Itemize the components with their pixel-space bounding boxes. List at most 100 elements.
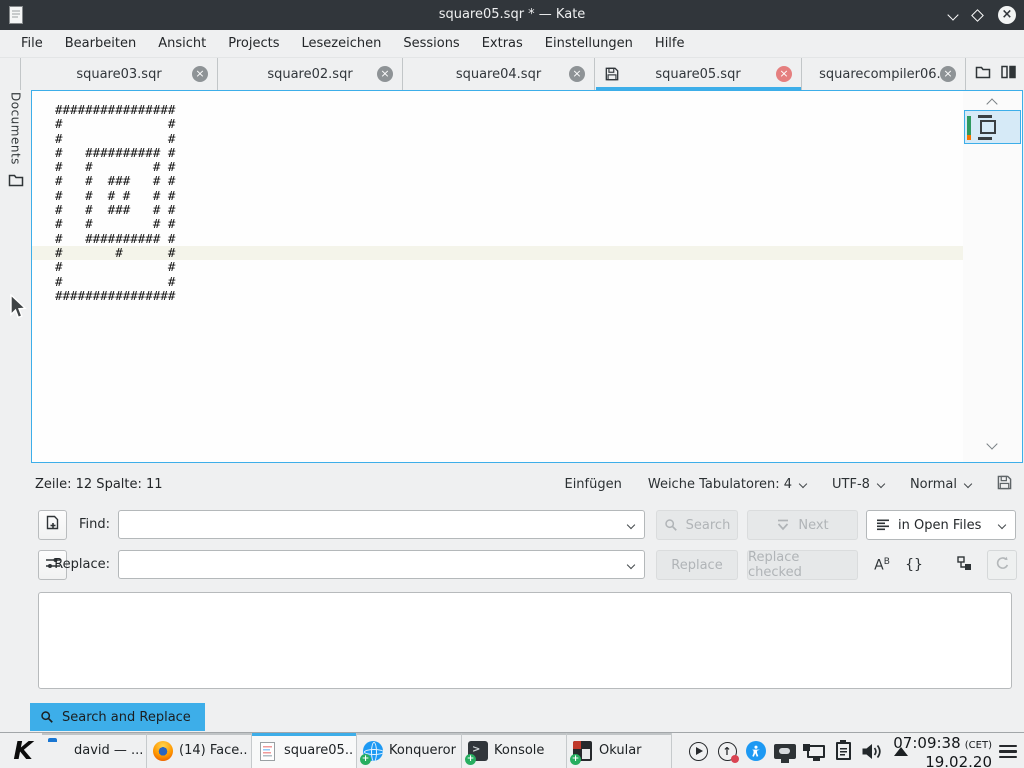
task-label: square05....	[284, 733, 353, 768]
syntax-mode-dropdown[interactable]: Normal	[910, 477, 971, 492]
clock-date: 19.02.20	[893, 754, 992, 768]
text-editor[interactable]: ################# ## ## ########## ## # …	[32, 91, 963, 462]
media-player-icon[interactable]	[686, 738, 710, 764]
menu-extras[interactable]: Extras	[471, 32, 534, 55]
regex-toggle[interactable]: {}	[900, 550, 928, 580]
close-icon[interactable]: ×	[998, 6, 1016, 24]
panel-menu-icon[interactable]	[999, 745, 1017, 761]
plus-badge-icon: +	[465, 754, 476, 765]
replace-input[interactable]	[125, 552, 618, 577]
folder-icon	[48, 741, 69, 762]
new-document-icon[interactable]	[975, 65, 991, 83]
find-combobox[interactable]	[118, 510, 645, 539]
tab-squarecompiler06[interactable]: squarecompiler06.c ×	[801, 58, 965, 90]
replace-combobox[interactable]	[118, 550, 645, 579]
tab-close-icon[interactable]: ×	[776, 66, 792, 82]
tab-close-icon[interactable]: ×	[192, 66, 208, 82]
tool-tab-label: Search and Replace	[62, 710, 191, 725]
taskbar: K david — ... (14) Face... square05.... …	[0, 732, 1024, 768]
document-icon	[258, 741, 279, 762]
task-label: (14) Face...	[179, 733, 248, 768]
tree-icon	[957, 556, 973, 575]
task-okular[interactable]: + Okular	[567, 733, 672, 768]
volume-icon[interactable]	[860, 738, 884, 764]
tab-mode-label: Weiche Tabulatoren: 4	[648, 477, 792, 492]
minimize-icon[interactable]	[947, 9, 958, 20]
search-scope-dropdown[interactable]: in Open Files	[866, 510, 1016, 540]
update-notifier-icon[interactable]: ↑	[715, 738, 739, 764]
code-line: # # # # # #	[32, 189, 963, 203]
sidebar-item-documents[interactable]: Documents	[0, 92, 31, 191]
kde-launcher-icon[interactable]: K	[8, 736, 38, 766]
code-line: # # # #	[32, 160, 963, 174]
tool-tab-search-and-replace[interactable]: Search and Replace	[30, 703, 205, 731]
cursor-position[interactable]: Zeile: 12 Spalte: 11	[35, 477, 163, 492]
split-view-icon[interactable]	[1001, 65, 1016, 83]
chevron-down-icon[interactable]	[627, 561, 635, 569]
menu-bearbeiten[interactable]: Bearbeiten	[54, 32, 147, 55]
chevron-down-icon[interactable]	[627, 521, 635, 529]
task-konsole[interactable]: > + Konsole	[462, 733, 567, 768]
refresh-icon	[995, 556, 1010, 575]
tab-close-icon[interactable]: ×	[377, 66, 393, 82]
digital-clock[interactable]: 07:09:38 (CET) 19.02.20	[893, 735, 992, 768]
maximize-icon[interactable]	[971, 9, 984, 22]
replace-checked-button[interactable]: Replace checked	[747, 550, 858, 580]
screen-share-icon[interactable]	[773, 738, 797, 764]
search-button[interactable]: Search	[656, 510, 738, 540]
replace-button[interactable]: Replace	[656, 550, 738, 580]
minimap-preview-mark	[978, 137, 992, 140]
system-tray: ↑	[686, 733, 913, 768]
menu-file[interactable]: File	[10, 32, 54, 55]
code-line: # #	[32, 132, 963, 146]
tab-square03[interactable]: square03.sqr ×	[20, 58, 217, 90]
modified-save-icon	[997, 475, 1012, 494]
scroll-down-icon[interactable]	[988, 437, 996, 452]
menu-hilfe[interactable]: Hilfe	[644, 32, 696, 55]
chevron-down-icon	[998, 521, 1006, 529]
menu-ansicht[interactable]: Ansicht	[147, 32, 217, 55]
editor-scrollbar[interactable]	[963, 91, 1022, 462]
refresh-search-button[interactable]	[987, 550, 1017, 580]
tab-square04[interactable]: square04.sqr ×	[402, 58, 594, 90]
task-dolphin-david[interactable]: david — ...	[42, 733, 147, 768]
main-area: Documents ################# ## ## ######…	[0, 90, 1024, 463]
tab-close-icon[interactable]: ×	[569, 66, 585, 82]
task-firefox[interactable]: (14) Face...	[147, 733, 252, 768]
display-connect-icon[interactable]	[802, 738, 826, 764]
next-button[interactable]: Next	[747, 510, 858, 540]
scrollbar-minimap-thumb[interactable]	[964, 110, 1021, 144]
tab-square05-active[interactable]: square05.sqr ×	[594, 58, 801, 90]
tab-label: square04.sqr	[456, 67, 541, 82]
tab-close-icon[interactable]: ×	[940, 66, 956, 82]
menu-lesezeichen[interactable]: Lesezeichen	[290, 32, 392, 55]
menu-projects[interactable]: Projects	[217, 32, 290, 55]
statusbar: Zeile: 12 Spalte: 11 Einfügen Weiche Tab…	[0, 463, 1024, 505]
match-case-toggle[interactable]: AB	[868, 550, 896, 580]
menu-sessions[interactable]: Sessions	[392, 32, 470, 55]
tab-mode-dropdown[interactable]: Weiche Tabulatoren: 4	[648, 477, 806, 492]
accessibility-icon[interactable]	[744, 738, 768, 764]
tab-label: square05.sqr	[655, 67, 740, 82]
tab-square02[interactable]: square02.sqr ×	[217, 58, 402, 90]
expand-results-toggle[interactable]	[950, 550, 980, 580]
insert-mode-indicator[interactable]: Einfügen	[564, 477, 621, 492]
search-icon	[40, 710, 54, 724]
task-label: Konqueror	[389, 733, 458, 768]
search-results-panel	[38, 592, 1012, 689]
clipboard-icon[interactable]	[831, 738, 855, 764]
find-input[interactable]	[125, 512, 618, 537]
task-kate-square05[interactable]: square05....	[252, 733, 357, 768]
folder-icon	[8, 173, 24, 191]
task-konqueror[interactable]: + Konqueror	[357, 733, 462, 768]
encoding-dropdown[interactable]: UTF-8	[832, 477, 884, 492]
syntax-mode-label: Normal	[910, 477, 957, 492]
menu-einstellungen[interactable]: Einstellungen	[534, 32, 644, 55]
window-controls: ×	[949, 0, 1016, 30]
task-label: Okular	[599, 733, 668, 768]
encoding-label: UTF-8	[832, 477, 870, 492]
code-line: # # ### # #	[32, 203, 963, 217]
documents-label: Documents	[9, 92, 23, 165]
window-title: square05.sqr * — Kate	[0, 0, 1024, 30]
code-line: # #	[32, 260, 963, 274]
